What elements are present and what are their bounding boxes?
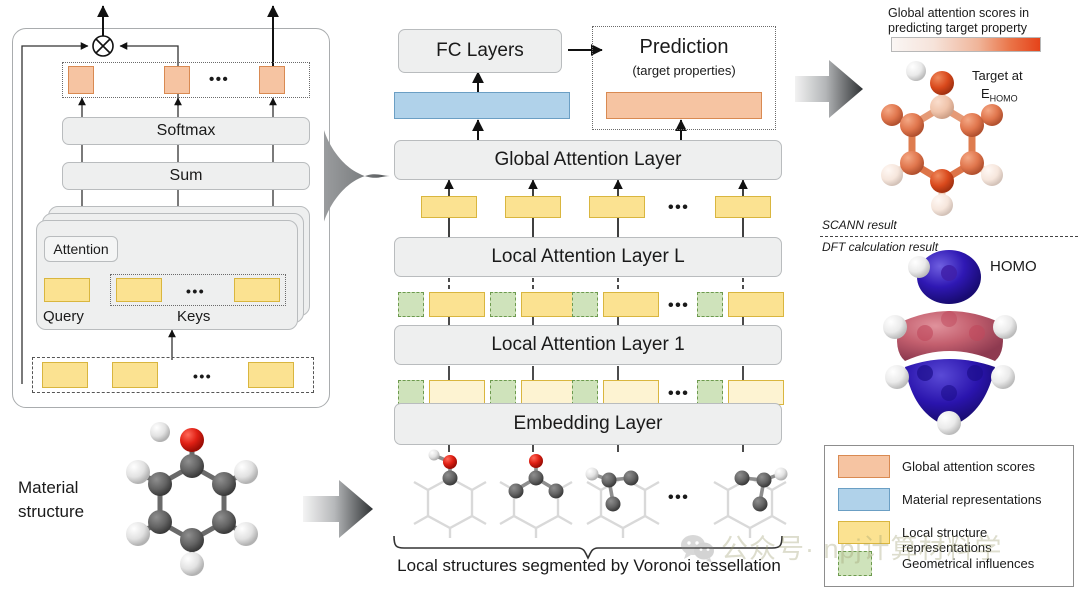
- material-structure-label-line2: structure: [18, 502, 85, 521]
- local-token-2: [505, 196, 561, 218]
- multiply-icon: [91, 34, 115, 58]
- material-structure-label-line1: Material: [18, 478, 79, 497]
- embedding-layer-block: Embedding Layer: [394, 403, 782, 445]
- flow-arrow-material-to-structures-icon: [303, 480, 373, 538]
- attention-label: Attention: [53, 241, 109, 257]
- global-attention-layer-label: Global Attention Layer: [494, 149, 682, 170]
- local-attention-layer-1-label: Local Attention Layer 1: [491, 334, 685, 355]
- flow-arrow-left-to-center-icon: [324, 130, 390, 222]
- legend-label-global-attention-scores: Global attention scores: [902, 459, 1035, 474]
- global-attention-layer-block: Global Attention Layer: [394, 140, 782, 180]
- local-structure-molecule-3: [585, 467, 660, 538]
- attention-colorbar: [891, 37, 1041, 52]
- embedding-geometric-influence-4: [697, 380, 723, 405]
- prediction-bar: [606, 92, 762, 119]
- homo-orbital-molecule: [883, 250, 1017, 435]
- legend-label-geometrical-influences: Geometrical influences: [902, 556, 1035, 571]
- local-structure-rep-1: [429, 292, 485, 317]
- query-label: Query: [43, 308, 84, 325]
- legend-swatch-material-representations: [838, 488, 890, 511]
- embedding-layer-label: Embedding Layer: [513, 413, 663, 434]
- local-structure-rep-3: [603, 292, 659, 317]
- local-token-4: [715, 196, 771, 218]
- local-attention-layer-L-label: Local Attention Layer L: [491, 246, 685, 267]
- sum-block: Sum: [62, 162, 310, 190]
- embedding-rep-1: [429, 380, 485, 405]
- keys-ellipsis: •••: [186, 283, 206, 299]
- embedding-geometric-influence-3: [572, 380, 598, 405]
- local-representation-box-2: [112, 362, 158, 388]
- legend-label-local-structure-representations: Local structure representations: [902, 525, 992, 555]
- material-representation-bar: [394, 92, 570, 119]
- fc-layers-block: FC Layers: [398, 29, 562, 73]
- local-attention-layer-L-block: Local Attention Layer L: [394, 237, 782, 277]
- local-structure-molecule-4: [713, 467, 788, 538]
- embedding-rep-3: [603, 380, 659, 405]
- local-structure-molecule-2: [499, 454, 573, 538]
- dft-result-label: DFT calculation result: [822, 240, 939, 254]
- geometric-influence-3: [572, 292, 598, 317]
- local-structure-rep-2: [521, 292, 577, 317]
- attention-scores-ellipsis: •••: [209, 71, 230, 88]
- token-row-ellipsis: •••: [668, 199, 690, 216]
- molecule-row-ellipsis: •••: [668, 489, 690, 506]
- embedding-rep-4: [728, 380, 784, 405]
- voronoi-caption: Local structures segmented by Voronoi te…: [397, 556, 781, 575]
- flow-arrow-center-to-right-icon: [795, 60, 863, 118]
- attention-score-box-n: [259, 66, 285, 94]
- legend-swatch-global-attention-scores: [838, 455, 890, 478]
- prediction-subtitle: (target properties): [632, 63, 736, 78]
- local-attention-layer-1-block: Local Attention Layer 1: [394, 325, 782, 365]
- geometric-influence-2: [490, 292, 516, 317]
- colorbar-title-line1: Global attention scores in: [888, 6, 1030, 20]
- local-representation-box-1: [42, 362, 88, 388]
- colorbar-title-line2: predicting target property: [888, 21, 1027, 35]
- geometric-influence-4: [697, 292, 723, 317]
- scann-result-label: SCANN result: [822, 218, 897, 232]
- embedding-row-ellipsis: •••: [668, 385, 690, 402]
- geometric-influence-1: [398, 292, 424, 317]
- prediction-title: Prediction: [639, 36, 729, 58]
- result-divider: [820, 236, 1078, 237]
- legend-swatch-geometrical-influences: [838, 551, 872, 576]
- attention-score-box-2: [164, 66, 190, 94]
- sum-label: Sum: [169, 167, 203, 184]
- embedding-rep-2: [521, 380, 577, 405]
- query-box: [44, 278, 90, 302]
- local-structure-rep-4: [728, 292, 784, 317]
- key-box-n: [234, 278, 280, 302]
- attention-block: Attention: [44, 236, 118, 262]
- embedding-geometric-influence-1: [398, 380, 424, 405]
- local-structure-molecule-1: [413, 449, 487, 538]
- local-representation-box-n: [248, 362, 294, 388]
- local-token-1: [421, 196, 477, 218]
- embedding-geometric-influence-2: [490, 380, 516, 405]
- softmax-block: Softmax: [62, 117, 310, 145]
- attention-score-box-1: [68, 66, 94, 94]
- attention-colored-molecule: [881, 61, 1003, 216]
- fc-layers-label: FC Layers: [436, 40, 524, 61]
- keys-label: Keys: [177, 308, 211, 325]
- softmax-label: Softmax: [156, 122, 216, 139]
- legend-swatch-local-structure-representations: [838, 521, 890, 544]
- mid-row-ellipsis: •••: [668, 297, 690, 314]
- legend-label-material-representations: Material representations: [902, 492, 1042, 507]
- key-box-1: [116, 278, 162, 302]
- local-representations-ellipsis: •••: [193, 368, 213, 384]
- local-token-3: [589, 196, 645, 218]
- phenol-molecule: [126, 422, 258, 576]
